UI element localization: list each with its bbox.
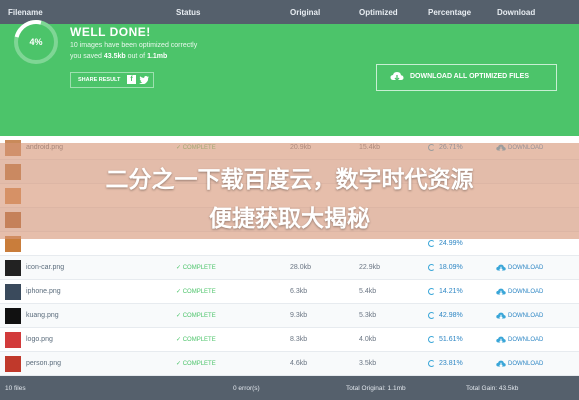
- caption-line1: 二分之一下载百度云，数字时代资源: [105, 166, 474, 192]
- status-complete: ✓ COMPLETE: [176, 361, 216, 367]
- download-all-label: DOWNLOAD ALL OPTIMIZED FILES: [410, 73, 529, 80]
- download-link[interactable]: DOWNLOAD: [508, 265, 543, 271]
- optimized-size: 5.4kb: [359, 288, 377, 295]
- file-thumbnail: [5, 356, 21, 372]
- file-thumbnail: [5, 332, 21, 348]
- original-size: 9.3kb: [290, 312, 308, 319]
- download-link[interactable]: DOWNLOAD: [508, 313, 543, 319]
- saving-percentage: 14.21%: [439, 288, 463, 295]
- col-original[interactable]: Original: [290, 8, 320, 17]
- percent-ring-icon: [428, 336, 435, 343]
- status-complete: ✓ COMPLETE: [176, 337, 216, 343]
- check-icon: ✓: [176, 313, 183, 319]
- col-optimized[interactable]: Optimized: [359, 8, 398, 17]
- file-thumbnail: [5, 308, 21, 324]
- percent-ring-icon: [428, 312, 435, 319]
- banner-summary-line2: you saved 43.5kb out of 1.1mb: [70, 53, 168, 60]
- cloud-download-icon[interactable]: [496, 288, 506, 296]
- status-complete: ✓ COMPLETE: [176, 313, 216, 319]
- caption-line2: 便捷获取大揭秘: [209, 205, 370, 231]
- total-amount: 1.1mb: [147, 53, 168, 60]
- status-complete: ✓ COMPLETE: [176, 289, 216, 295]
- file-name: icon-car.png: [26, 264, 65, 271]
- col-filename[interactable]: Filename: [8, 8, 43, 17]
- original-size: 6.3kb: [290, 288, 308, 295]
- file-thumbnail: [5, 284, 21, 300]
- optimized-size: 22.9kb: [359, 264, 381, 271]
- banner-summary-line1: 10 images have been optimized correctly: [70, 42, 198, 49]
- original-size: 4.6kb: [290, 360, 308, 367]
- file-name: iphone.png: [26, 288, 61, 295]
- footer-total-gain: Total Gain: 43.5kb: [466, 385, 519, 392]
- original-size: 8.3kb: [290, 336, 308, 343]
- saving-percentage: 42.98%: [439, 312, 463, 319]
- download-link[interactable]: DOWNLOAD: [508, 337, 543, 343]
- optimized-size: 4.0kb: [359, 336, 377, 343]
- saving-percentage: 23.81%: [439, 360, 463, 367]
- percent-ring-icon: [428, 264, 435, 271]
- file-name: kuang.png: [26, 312, 59, 319]
- saving-percentage: 51.61%: [439, 336, 463, 343]
- footer-total-original: Total Original: 1.1mb: [346, 385, 406, 392]
- check-icon: ✓: [176, 337, 183, 343]
- table-row[interactable]: kuang.png ✓ COMPLETE 9.3kb 5.3kb 42.98% DOWNL…: [0, 304, 579, 328]
- col-percentage[interactable]: Percentage: [428, 8, 471, 17]
- check-icon: ✓: [176, 289, 183, 295]
- cloud-download-icon[interactable]: [496, 264, 506, 272]
- status-complete: ✓ COMPLETE: [176, 265, 216, 271]
- cloud-download-icon: [390, 72, 404, 82]
- col-status[interactable]: Status: [176, 8, 200, 17]
- saving-percentage: 24.99%: [439, 240, 463, 247]
- saving-percentage: 18.09%: [439, 264, 463, 271]
- download-link[interactable]: DOWNLOAD: [508, 361, 543, 367]
- cloud-download-icon[interactable]: [496, 312, 506, 320]
- table-row[interactable]: iphone.png ✓ COMPLETE 6.3kb 5.4kb 14.21% DOWN…: [0, 280, 579, 304]
- table-row[interactable]: icon-car.png ✓ COMPLETE 28.0kb 22.9kb 18.09%…: [0, 256, 579, 280]
- table-row[interactable]: person.png ✓ COMPLETE 4.6kb 3.5kb 23.81% DOWN…: [0, 352, 579, 376]
- optimized-size: 5.3kb: [359, 312, 377, 319]
- file-name: person.png: [26, 360, 62, 367]
- cloud-download-icon[interactable]: [496, 360, 506, 368]
- percent-ring-icon: [428, 240, 435, 247]
- table-footer: 10 files 0 error(s) Total Original: 1.1m…: [0, 376, 579, 400]
- saved-amount: 43.5kb: [103, 53, 126, 60]
- table-row[interactable]: logo.png ✓ COMPLETE 8.3kb 4.0kb 51.61% DOWNLO…: [0, 328, 579, 352]
- progress-percent: 4%: [29, 37, 43, 47]
- share-result-label: SHARE RESULT: [78, 77, 121, 83]
- banner-title: WELL DONE!: [70, 25, 151, 39]
- footer-files-count: 10 files: [5, 385, 26, 392]
- check-icon: ✓: [176, 265, 183, 271]
- facebook-icon[interactable]: f: [127, 75, 136, 84]
- file-name: logo.png: [26, 336, 53, 343]
- optimized-size: 3.5kb: [359, 360, 377, 367]
- download-link[interactable]: DOWNLOAD: [508, 289, 543, 295]
- file-thumbnail: [5, 260, 21, 276]
- check-icon: ✓: [176, 361, 183, 367]
- percent-ring-icon: [428, 288, 435, 295]
- col-download[interactable]: Download: [497, 8, 535, 17]
- percent-ring-icon: [428, 360, 435, 367]
- table-header: Filename Status Original Optimized Perce…: [0, 0, 579, 24]
- twitter-icon[interactable]: [139, 76, 149, 84]
- footer-errors: 0 error(s): [233, 385, 260, 392]
- cloud-download-icon[interactable]: [496, 336, 506, 344]
- original-size: 28.0kb: [290, 264, 312, 271]
